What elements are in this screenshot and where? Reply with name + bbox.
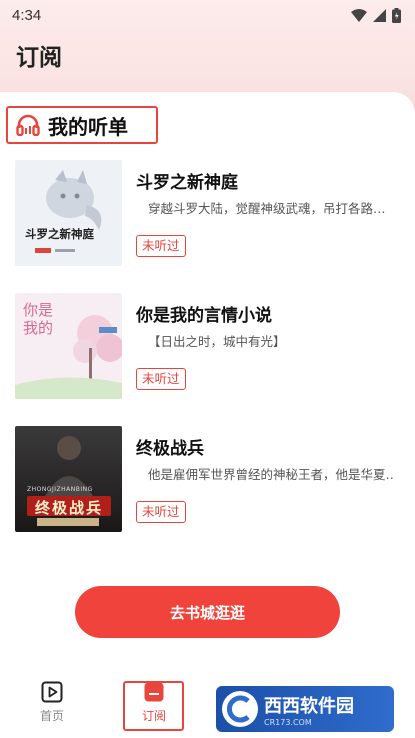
- book-title: 终极战兵: [136, 439, 204, 459]
- cover-title: 终极战兵: [35, 499, 104, 517]
- go-to-bookstore-button[interactable]: 去书城逛逛: [75, 586, 340, 638]
- book-description: 穿越斗罗大陆，觉醒神级武魂，吊打各路…: [148, 201, 386, 216]
- book-description: 他是雇佣军世界曾经的神秘王者，他是华夏…: [148, 467, 394, 482]
- status-time: 4:34: [12, 6, 42, 24]
- book-item[interactable]: ZHONGJIZHANBING 终极战兵 终极战兵 他是雇佣军世界曾经的神秘王者…: [15, 426, 405, 532]
- nav-label-home: 首页: [39, 708, 64, 723]
- status-badge: 未听过: [136, 235, 186, 257]
- book-title: 斗罗之新神庭: [136, 173, 238, 193]
- status-badge: 未听过: [136, 501, 186, 523]
- battery-icon: [392, 7, 401, 23]
- cover-title: 斗罗之新神庭: [25, 227, 94, 241]
- book-cover: 你是我的: [15, 293, 122, 399]
- watermark-text: 西西软件园: [264, 695, 354, 717]
- cover-pinyin: ZHONGJIZHANBING: [27, 486, 93, 493]
- book-description: 【日出之时，城中有光】: [148, 334, 286, 349]
- page-title: 订阅: [16, 45, 62, 71]
- book-item[interactable]: 斗罗之新神庭 斗罗之新神庭 穿越斗罗大陆，觉醒神级武魂，吊打各路… 未听过: [15, 160, 405, 266]
- status-badge: 未听过: [136, 368, 186, 390]
- wifi-icon: [351, 8, 367, 22]
- signal-icon: [373, 8, 386, 22]
- watermark-sub: CR173.COM: [264, 717, 312, 727]
- watermark: 西西软件园 CR173.COM: [216, 686, 394, 732]
- book-item[interactable]: 你是我的 你是我的言情小说 【日出之时，城中有光】 未听过: [15, 293, 405, 399]
- active-tab-highlight: [123, 681, 184, 731]
- status-icons: [351, 7, 401, 23]
- status-bar: 4:34: [0, 0, 415, 30]
- section-title: 我的听单: [48, 114, 128, 139]
- watermark-logo: [222, 691, 258, 727]
- play-square-icon: [41, 681, 63, 702]
- book-cover: ZHONGJIZHANBING 终极战兵: [15, 426, 122, 532]
- my-playlist-header: 我的听单: [6, 106, 158, 144]
- cover-title: 你是我的: [23, 301, 54, 337]
- headphones-icon: [16, 114, 40, 136]
- nav-item-home[interactable]: 首页: [17, 672, 87, 732]
- book-cover: 斗罗之新神庭: [15, 160, 122, 266]
- book-title: 你是我的言情小说: [136, 306, 272, 326]
